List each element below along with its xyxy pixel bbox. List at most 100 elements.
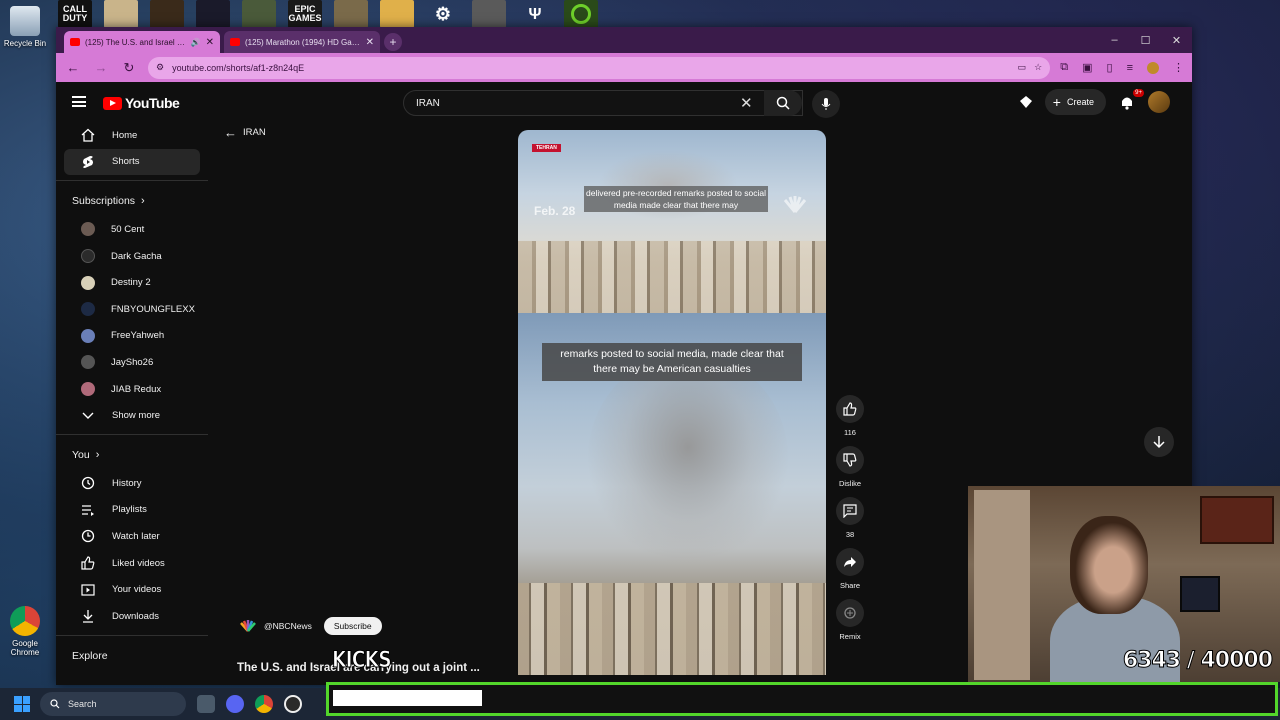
clear-search-icon[interactable]: ✕ (740, 94, 753, 112)
share-icon (844, 557, 856, 567)
sidebar-item-label: Dark Gacha (111, 250, 162, 262)
discord-icon[interactable] (226, 695, 244, 713)
sidebar-item-downloads[interactable]: Downloads (64, 603, 200, 630)
razer-icon[interactable] (564, 0, 598, 28)
epic-games-shortcut[interactable]: EPIC GAMES (288, 0, 322, 28)
forward-arrow-icon[interactable]: → (92, 60, 110, 75)
caption-bottom: remarks posted to social media, made cle… (542, 343, 802, 381)
game-shortcut-4[interactable] (196, 0, 230, 28)
remix-button[interactable] (836, 599, 864, 627)
destiny-icon[interactable]: Ψ (518, 0, 552, 28)
sidebar-icon[interactable]: ▯ (1107, 61, 1113, 74)
search-button[interactable] (764, 90, 802, 116)
tab-inactive[interactable]: (125) Marathon (1994) HD Game ✕ (224, 31, 380, 53)
menu-kebab-icon[interactable]: ⋮ (1173, 61, 1184, 74)
recycle-bin-shortcut[interactable]: Recycle Bin (0, 6, 50, 48)
game-shortcut-8[interactable] (380, 0, 414, 28)
game-shortcut-2[interactable] (104, 0, 138, 28)
desktop-top-shortcuts: CALL DUTY EPIC GAMES ⚙ Ψ (58, 0, 598, 30)
cast-icon[interactable]: ▭ (1018, 62, 1027, 73)
comments-action[interactable]: 38 (834, 497, 866, 539)
game-shortcut-3[interactable] (150, 0, 184, 28)
account-avatar[interactable] (1148, 91, 1170, 113)
minimize-button[interactable]: – (1099, 27, 1130, 53)
back-label: IRAN (243, 127, 266, 138)
sidebar-item-playlists[interactable]: Playlists (64, 497, 200, 524)
google-chrome-shortcut[interactable]: Google Chrome (0, 606, 50, 657)
subscribe-button[interactable]: Subscribe (323, 617, 382, 635)
like-action[interactable]: 116 (834, 395, 866, 437)
thumbs-up-icon (80, 556, 96, 570)
tab-active[interactable]: (125) The U.S. and Israel are 🔊 ✕ (64, 31, 220, 53)
new-tab-button[interactable]: + (384, 33, 402, 51)
sidebar-item-history[interactable]: History (64, 470, 200, 497)
close-window-button[interactable]: ✕ (1161, 27, 1192, 53)
call-of-duty-shortcut[interactable]: CALL DUTY (58, 0, 92, 28)
media-controls-icon[interactable]: ≡ (1127, 62, 1133, 74)
recycle-bin-icon (10, 6, 40, 36)
you-header[interactable]: You › (56, 440, 208, 470)
your-videos-icon (80, 584, 96, 596)
extensions-icon[interactable]: ⧉ (1060, 61, 1068, 74)
remix-label: Remix (839, 632, 861, 641)
game-shortcut-10[interactable] (472, 0, 506, 28)
short-video-player[interactable]: TEHRAN Feb. 28 delivered pre-recorded re… (518, 130, 826, 675)
history-icon (80, 476, 96, 490)
menu-icon[interactable] (72, 96, 86, 107)
chrome-taskbar-icon[interactable] (255, 695, 273, 713)
sidebar-item-sub-jaysho26[interactable]: JaySho26 (64, 349, 200, 376)
subscriptions-header[interactable]: Subscriptions › (56, 186, 208, 216)
maximize-button[interactable]: ☐ (1130, 27, 1161, 53)
share-action[interactable]: Share (834, 548, 866, 590)
next-short-button[interactable] (1144, 427, 1174, 457)
tab-close-icon[interactable]: ✕ (366, 37, 374, 48)
sidebar-item-label: Show more (112, 410, 161, 422)
channel-handle[interactable]: @NBCNews (264, 621, 312, 631)
game-shortcut-7[interactable] (334, 0, 368, 28)
search-back-link[interactable]: ← IRAN (224, 125, 266, 140)
taskbar-search[interactable]: Search (40, 692, 186, 716)
thumbs-up-icon (843, 402, 857, 416)
sidebar-item-your-videos[interactable]: Your videos (64, 576, 200, 603)
split-view-icon[interactable]: ▣ (1082, 61, 1092, 74)
sidebar-item-liked-videos[interactable]: Liked videos (64, 550, 200, 577)
create-button[interactable]: + Create (1044, 89, 1106, 115)
speaker-icon[interactable]: 🔊 (191, 38, 201, 47)
game-shortcut-5[interactable] (242, 0, 276, 28)
back-arrow-icon[interactable]: ← (64, 60, 82, 75)
sidebar-item-home[interactable]: Home (64, 122, 200, 149)
sidebar-item-sub-destiny2[interactable]: Destiny 2 (64, 269, 200, 296)
sidebar-divider (56, 634, 208, 636)
sidebar-item-sub-jiab-redux[interactable]: JIAB Redux (64, 376, 200, 403)
bookmark-star-icon[interactable]: ☆ (1034, 62, 1042, 73)
sidebar-show-more[interactable]: Show more (64, 402, 200, 429)
sidebar-item-sub-50cent[interactable]: 50 Cent (64, 216, 200, 243)
sidebar-item-sub-freeyahweh[interactable]: FreeYahweh (64, 323, 200, 350)
remix-action[interactable]: Remix (834, 599, 866, 641)
dislike-action[interactable]: Dislike (834, 446, 866, 488)
sidebar-item-sub-dark-gacha[interactable]: Dark Gacha (64, 243, 200, 270)
address-bar[interactable]: ⚙ youtube.com/shorts/af1-z8n24qE ▭ ☆ (148, 56, 1051, 79)
comments-button[interactable] (836, 497, 864, 525)
youtube-logo[interactable]: YouTube (103, 95, 180, 111)
sidebar-item-shorts[interactable]: Shorts (64, 148, 200, 176)
site-info-icon[interactable]: ⚙ (156, 62, 164, 73)
sidebar-item-watch-later[interactable]: Watch later (64, 523, 200, 550)
like-button[interactable] (836, 395, 864, 423)
obs-icon[interactable] (284, 695, 302, 713)
profile-avatar-icon[interactable] (1147, 61, 1159, 74)
channel-avatar (81, 222, 95, 237)
task-view-icon[interactable] (197, 695, 215, 713)
premium-gem-icon[interactable] (1017, 93, 1035, 111)
share-button[interactable] (836, 548, 864, 576)
windows-start-icon[interactable] (14, 696, 30, 712)
voice-search-button[interactable] (812, 90, 840, 118)
sidebar-item-sub-fnbyoungflexx[interactable]: FNBYOUNGFLEXX (64, 296, 200, 323)
steam-icon[interactable]: ⚙ (426, 0, 460, 28)
reload-icon[interactable]: ↻ (120, 60, 138, 76)
notifications-button[interactable]: 9+ (1116, 89, 1144, 113)
city-skyline (518, 583, 826, 675)
tab-close-icon[interactable]: ✕ (206, 37, 214, 48)
explore-header-label: Explore (72, 649, 108, 662)
dislike-button[interactable] (836, 446, 864, 474)
